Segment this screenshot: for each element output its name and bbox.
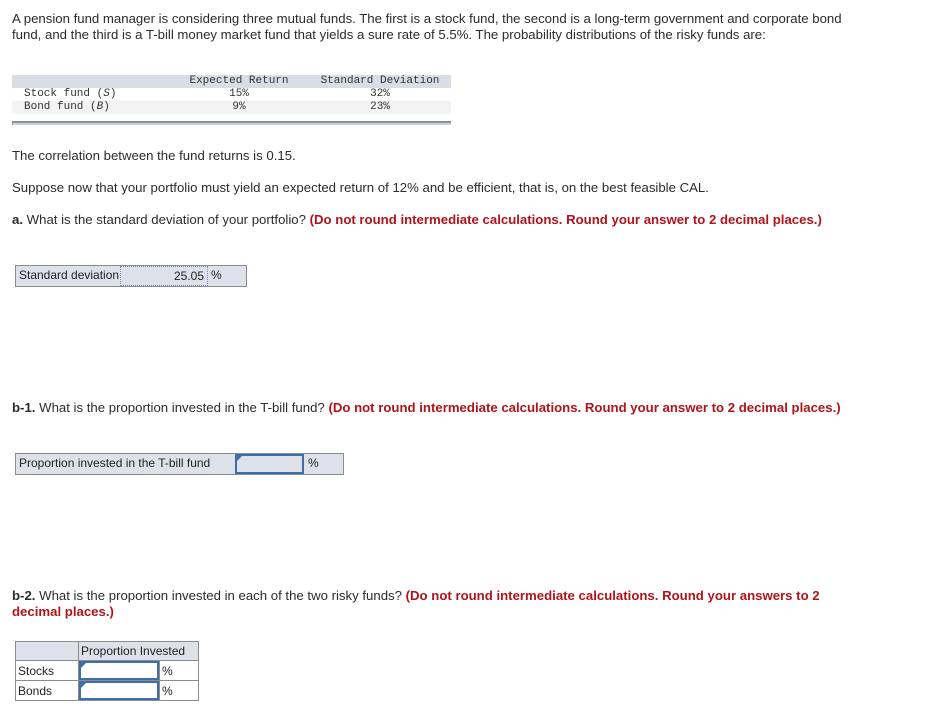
question-a-text: What is the standard deviation of your p…	[23, 212, 310, 227]
table-footer-bar	[12, 121, 451, 125]
input-flag-icon	[81, 683, 86, 688]
std-dev: 32%	[370, 88, 390, 100]
header-blank	[12, 75, 169, 88]
suppose-text: Suppose now that your portfolio must yie…	[12, 180, 709, 195]
question-b1-label: b-1.	[12, 400, 36, 415]
row-label-stocks: Stocks	[15, 660, 79, 681]
fund-data-table: Expected Return Standard Deviation Stock…	[12, 75, 451, 114]
question-b2-label: b-2.	[12, 588, 36, 603]
fund-name: Stock fund (S)	[24, 88, 117, 100]
table-row: Stocks %	[15, 660, 199, 681]
standard-deviation-input[interactable]: 25.05	[120, 266, 208, 286]
correlation-text: The correlation between the fund returns…	[12, 148, 296, 163]
bonds-input-cell	[78, 680, 160, 701]
answer-row-a: Standard deviation 25.05 %	[15, 265, 247, 287]
table-row: Bond fund (B) 9% 23%	[12, 101, 451, 114]
question-b1-text: What is the proportion invested in the T…	[35, 400, 329, 415]
header-proportion-invested: Proportion Invested	[78, 641, 199, 661]
input-flag-icon	[81, 663, 86, 668]
risky-funds-table: Proportion Invested Stocks % Bonds %	[15, 641, 199, 701]
stocks-input-cell	[78, 660, 160, 681]
expected-return: 15%	[229, 88, 249, 100]
table-row: Stock fund (S) 15% 32%	[12, 88, 451, 101]
problem-intro: A pension fund manager is considering th…	[12, 11, 842, 42]
question-a: a. What is the standard deviation of you…	[12, 212, 842, 228]
expected-return: 9%	[169, 101, 309, 114]
bonds-proportion-input[interactable]	[79, 681, 159, 700]
question-b2-text: What is the proportion invested in each …	[35, 588, 406, 603]
fund-name: Bond fund (B)	[12, 101, 169, 114]
header-expected-return: Expected Return	[169, 75, 309, 88]
tbill-proportion-input[interactable]	[235, 454, 304, 474]
header-blank	[15, 641, 79, 661]
input-flag-icon	[237, 456, 242, 461]
fund-table-header: Expected Return Standard Deviation	[12, 75, 451, 88]
question-b1: b-1. What is the proportion invested in …	[12, 400, 842, 416]
question-a-label: a.	[12, 212, 23, 227]
answer-row-b1: Proportion invested in the T-bill fund %	[15, 453, 344, 475]
stocks-proportion-input[interactable]	[79, 661, 159, 680]
header-standard-deviation: Standard Deviation	[309, 75, 451, 88]
row-label-bonds: Bonds	[15, 680, 79, 701]
question-b2: b-2. What is the proportion invested in …	[12, 588, 852, 619]
question-b1-instruction: (Do not round intermediate calculations.…	[328, 400, 841, 415]
question-a-instruction: (Do not round intermediate calculations.…	[309, 212, 822, 227]
std-dev: 23%	[309, 101, 451, 114]
percent-unit: %	[159, 680, 199, 701]
risky-table-header: Proportion Invested	[15, 641, 199, 661]
percent-unit: %	[308, 456, 319, 470]
tbill-proportion-label: Proportion invested in the T-bill fund	[19, 456, 211, 470]
percent-unit: %	[159, 660, 199, 681]
table-row: Bonds %	[15, 680, 199, 701]
standard-deviation-label: Standard deviation	[19, 268, 120, 282]
percent-unit: %	[211, 268, 222, 282]
